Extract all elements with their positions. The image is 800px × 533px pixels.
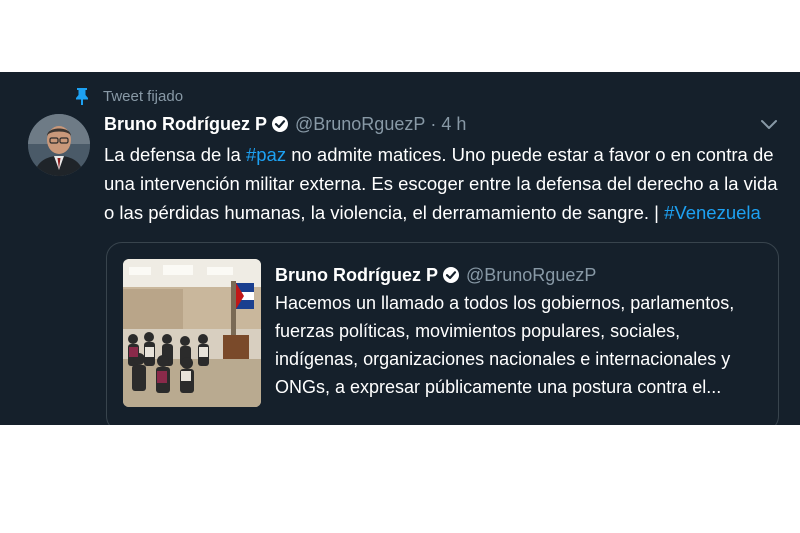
author-handle[interactable]: @BrunoRguezP bbox=[295, 114, 425, 135]
quoted-author-name[interactable]: Bruno Rodríguez P bbox=[275, 265, 438, 286]
hashtag-link-paz[interactable]: #paz bbox=[246, 144, 286, 165]
pinned-label: Tweet fijado bbox=[103, 87, 184, 105]
quoted-text-line: indígenas, organizaciones nacionales e i… bbox=[275, 349, 731, 369]
tweet-text-line: una intervención militar externa. Es esc… bbox=[104, 173, 778, 194]
quoted-tweet-card[interactable]: Bruno Rodríguez P @BrunoRguezP Hacemos u… bbox=[106, 242, 779, 425]
quoted-text-line: Hacemos un llamado a todos los gobiernos… bbox=[275, 293, 735, 313]
tweet-text: La defensa de la #paz no admite matices.… bbox=[104, 140, 794, 227]
quoted-text-line: ONGs, a expresar públicamente una postur… bbox=[275, 377, 722, 397]
avatar[interactable] bbox=[28, 114, 90, 176]
tweet-timestamp[interactable]: 4 h bbox=[441, 114, 466, 135]
quoted-tweet-header: Bruno Rodríguez P @BrunoRguezP bbox=[275, 263, 596, 287]
tweet-text-line: o las pérdidas humanas, la violencia, el… bbox=[104, 198, 794, 227]
text-segment: La defensa de la bbox=[104, 144, 246, 165]
separator-dot: · bbox=[430, 113, 437, 134]
text-segment: o las pérdidas humanas, la violencia, el… bbox=[104, 202, 665, 223]
pinned-tweet[interactable]: Tweet fijado Bruno Rodríguez P @BrunoRgu… bbox=[0, 72, 800, 425]
verified-badge-icon bbox=[443, 267, 459, 283]
text-segment: no admite matices. Uno puede estar a fav… bbox=[286, 144, 774, 165]
author-name[interactable]: Bruno Rodríguez P bbox=[104, 114, 267, 135]
quoted-tweet-image[interactable] bbox=[123, 259, 261, 407]
quoted-tweet-text: Hacemos un llamado a todos los gobiernos… bbox=[275, 289, 770, 401]
hashtag-link-venezuela[interactable]: #Venezuela bbox=[664, 202, 761, 223]
pinned-indicator: Tweet fijado bbox=[74, 86, 183, 106]
chevron-down-icon[interactable] bbox=[760, 118, 778, 132]
quoted-text-line: fuerzas políticas, movimientos populares… bbox=[275, 321, 681, 341]
verified-badge-icon bbox=[272, 116, 288, 132]
pin-icon bbox=[76, 88, 88, 105]
avatar-photo bbox=[28, 114, 90, 176]
quoted-author-handle[interactable]: @BrunoRguezP bbox=[466, 265, 596, 286]
conference-room-photo bbox=[123, 259, 261, 407]
tweet-text-line: La defensa de la #paz no admite matices.… bbox=[104, 140, 794, 169]
tweet-header: Bruno Rodríguez P @BrunoRguezP · 4 h bbox=[104, 112, 466, 136]
